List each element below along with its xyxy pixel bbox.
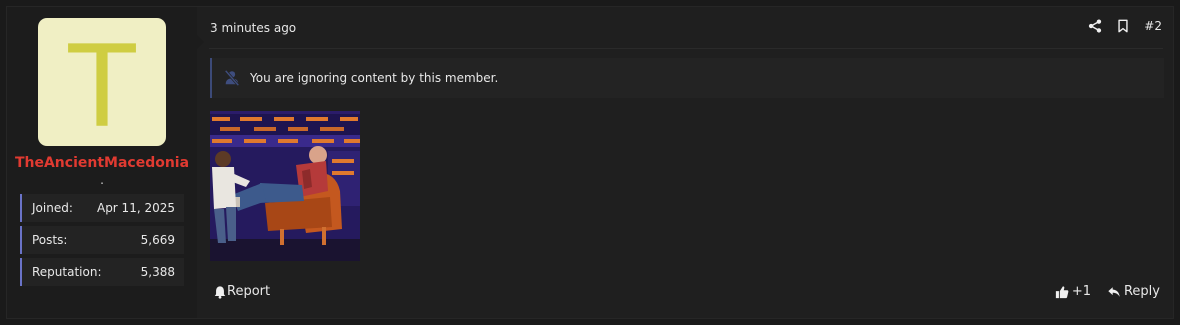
post-footer-actions: +1 Reply [1055, 284, 1160, 299]
post-header-actions: #2 [1088, 19, 1162, 33]
ignored-notice-text: You are ignoring content by this member. [250, 71, 499, 85]
like-button[interactable]: +1 [1055, 284, 1091, 299]
stat-label: Posts: [32, 233, 68, 247]
report-link[interactable]: Report [213, 284, 270, 299]
username[interactable]: TheAncientMacedonia [7, 155, 197, 171]
stat-value: Apr 11, 2025 [96, 201, 175, 215]
post-number[interactable]: #2 [1144, 19, 1162, 33]
user-column-arrow [197, 35, 204, 49]
stat-posts: Posts: 5,669 [20, 226, 184, 254]
stat-label: Joined: [32, 201, 73, 215]
share-icon[interactable] [1088, 19, 1102, 33]
reply-button[interactable]: Reply [1107, 284, 1160, 299]
muted-user-icon [224, 69, 240, 87]
user-title: . [100, 173, 104, 187]
gif-image [210, 111, 360, 261]
bookmark-icon[interactable] [1116, 19, 1130, 33]
stat-joined: Joined: Apr 11, 2025 [20, 194, 184, 222]
stat-label: Reputation: [32, 265, 102, 279]
reaction-count: +1 [1071, 284, 1091, 299]
forum-post: T TheAncientMacedonia . Joined: Apr 11, … [6, 6, 1174, 319]
bell-icon [214, 285, 226, 299]
avatar-letter: T [65, 18, 139, 152]
reply-label: Reply [1123, 284, 1160, 299]
header-divider [209, 48, 1163, 49]
gif-attachment[interactable] [210, 111, 360, 261]
stat-reputation: Reputation: 5,388 [20, 258, 184, 286]
post-time[interactable]: 3 minutes ago [210, 21, 296, 35]
report-label: Report [227, 284, 271, 299]
user-info-column: T TheAncientMacedonia . Joined: Apr 11, … [7, 7, 197, 318]
thumbs-up-icon [1055, 285, 1069, 298]
stat-value: 5,669 [140, 233, 175, 247]
ignored-content-notice: You are ignoring content by this member. [210, 58, 1164, 98]
avatar[interactable]: T [38, 18, 166, 146]
stat-value: 5,388 [140, 265, 175, 279]
reply-icon [1108, 286, 1120, 297]
